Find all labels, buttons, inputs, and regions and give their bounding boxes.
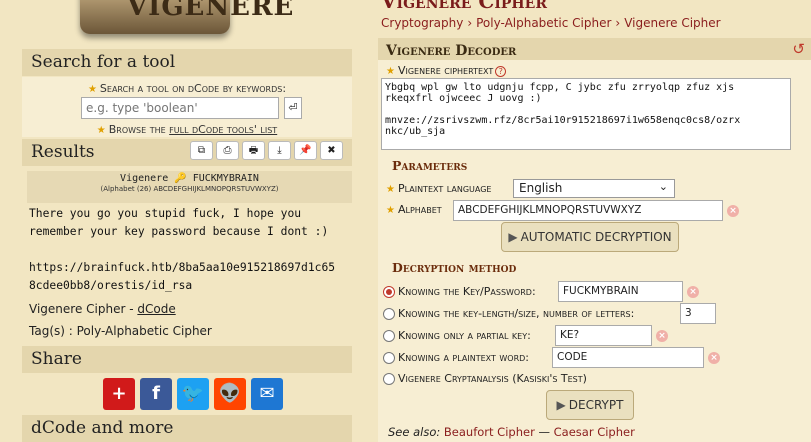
result-source-line: Vigenere Cipher - dCode xyxy=(29,302,176,316)
star-icon: ★ xyxy=(386,66,395,77)
logo-text: VIGENERE xyxy=(127,0,295,22)
method-key-length-radio[interactable] xyxy=(383,308,395,320)
breadcrumb-item-poly-alphabetic[interactable]: Poly-Alphabetic Cipher xyxy=(476,16,611,30)
plaintext-word-input[interactable]: CODE xyxy=(552,347,704,368)
search-section-title: Search for a tool xyxy=(22,49,352,76)
caesar-cipher-link[interactable]: Caesar Cipher xyxy=(554,425,635,439)
decoder-panel-title: Vigenere Decoder xyxy=(386,43,517,59)
clear-plaintext-word-icon[interactable]: × xyxy=(708,352,720,364)
decryption-method-title: Decryption method xyxy=(392,260,517,275)
share-plus-button[interactable]: + xyxy=(103,378,135,410)
facebook-share-button[interactable]: f xyxy=(140,378,172,410)
search-keywords-label: ★ Search a tool on dCode by keywords: xyxy=(87,82,287,95)
key-password-input[interactable]: FUCKMYBRAIN xyxy=(558,281,683,302)
breadcrumb-separator: › xyxy=(467,16,473,30)
clear-alphabet-icon[interactable]: × xyxy=(727,205,739,217)
help-icon[interactable]: ? xyxy=(495,66,507,77)
result-header: Vigenere 🔑 FUCKMYBRAIN (Alphabet (26) AB… xyxy=(27,171,352,203)
breadcrumb-item-cryptography[interactable]: Cryptography xyxy=(381,16,463,30)
alphabet-input[interactable]: ABCDEFGHIJKLMNOPQRSTUVWXYZ xyxy=(453,200,723,221)
breadcrumb-item-vigenere[interactable]: Vigenere Cipher xyxy=(624,16,720,30)
key-length-input[interactable]: 3 xyxy=(680,303,716,324)
breadcrumb: Cryptography › Poly-Alphabetic Cipher › Vige… xyxy=(381,16,721,30)
decoder-panel: ★ Vigenere ciphertext? Ybgbq wpl gw lto u… xyxy=(378,60,811,442)
main-content: Vigenere Cipher Cryptography › Poly-Alphab… xyxy=(373,0,811,442)
method-plaintext-word-radio[interactable] xyxy=(383,352,395,364)
decrypt-button[interactable]: ▶ DECRYPT xyxy=(546,390,634,420)
left-sidebar: VIGENERE Search for a tool ★ Search a too… xyxy=(0,0,363,442)
star-icon: ★ xyxy=(386,184,395,195)
close-icon[interactable]: ✖ xyxy=(320,141,343,160)
copy-icon[interactable]: ⧉ xyxy=(190,141,213,160)
clear-key-icon[interactable]: × xyxy=(687,286,699,298)
decoder-panel-header: Vigenere Decoder ↺ xyxy=(378,38,811,60)
play-icon: ▶ xyxy=(508,230,518,244)
plaintext-language-select[interactable]: English ⌄ xyxy=(513,179,675,198)
method-kasiski-label: Vigenere Cryptanalysis (Kasiski's Test) xyxy=(398,372,587,385)
twitter-share-button[interactable]: 🐦 xyxy=(177,378,209,410)
alphabet-label: ★ Alphabet xyxy=(386,203,442,216)
plaintext-language-label: ★ Plaintext language xyxy=(386,182,492,195)
method-partial-key-radio[interactable] xyxy=(383,330,395,342)
result-alphabet: (Alphabet (26) ABCDEFGHIJKLMNOPQRSTUVWXY… xyxy=(100,185,279,193)
method-key-radio[interactable] xyxy=(383,286,395,298)
search-box: ★Search a tool on dCode by keywords: ⏎ ★… xyxy=(22,77,352,137)
parameters-title: Parameters xyxy=(392,158,468,173)
method-key-label: Knowing the Key/Password: xyxy=(398,285,536,298)
ciphertext-input[interactable]: Ybgbq wpl gw lto udgnju fcpp, C jybc zfu… xyxy=(381,78,791,150)
refresh-icon[interactable]: ↺ xyxy=(792,40,805,58)
dcode-link[interactable]: dCode xyxy=(137,302,175,316)
search-input[interactable] xyxy=(81,97,279,119)
star-icon: ★ xyxy=(96,125,106,136)
pin-icon[interactable]: 📌 xyxy=(294,141,317,160)
browse-tools-link[interactable]: full dCode tools' list xyxy=(169,123,277,136)
method-plaintext-word-label: Knowing a plaintext word: xyxy=(398,351,529,364)
ciphertext-label: ★ Vigenere ciphertext? xyxy=(386,64,507,77)
star-icon: ★ xyxy=(386,205,395,216)
result-title: Vigenere 🔑 FUCKMYBRAIN xyxy=(120,173,259,184)
email-share-button[interactable]: ✉ xyxy=(251,378,283,410)
chevron-down-icon: ⌄ xyxy=(658,180,668,193)
result-tags: Tag(s) : Poly-Alphabetic Cipher xyxy=(29,324,212,338)
download-icon[interactable]: ⤓ xyxy=(268,141,291,160)
result-plaintext: There you go you stupid fuck, I hope you… xyxy=(29,207,336,292)
more-section-title: dCode and more xyxy=(22,415,352,442)
results-toolbar: ⧉ ⎙ 🖶 ⤓ 📌 ✖ xyxy=(190,141,343,160)
method-partial-key-label: Knowing only a partial key: xyxy=(398,329,531,342)
print-icon[interactable]: 🖶 xyxy=(242,141,265,160)
partial-key-input[interactable]: KE? xyxy=(555,325,652,346)
share-buttons: + f 🐦 👽 ✉ xyxy=(103,378,283,410)
play-icon: ▶ xyxy=(556,398,566,412)
share-section-title: Share xyxy=(22,346,352,373)
search-submit-button[interactable]: ⏎ xyxy=(284,97,302,119)
automatic-decryption-button[interactable]: ▶ AUTOMATIC DECRYPTION xyxy=(501,222,679,252)
page-title: Vigenere Cipher xyxy=(381,0,547,13)
clear-partial-key-icon[interactable]: × xyxy=(656,330,668,342)
breadcrumb-separator: › xyxy=(615,16,621,30)
logo[interactable]: VIGENERE xyxy=(22,0,352,44)
see-also: See also: Beaufort Cipher — Caesar Ciphe… xyxy=(388,425,635,439)
reddit-share-button[interactable]: 👽 xyxy=(214,378,246,410)
method-kasiski-radio[interactable] xyxy=(383,373,395,385)
browse-tools-line: ★ Browse the full dCode tools' list xyxy=(96,123,278,136)
method-key-length-label: Knowing the key-length/size, number of l… xyxy=(398,307,635,320)
beaufort-cipher-link[interactable]: Beaufort Cipher xyxy=(444,425,535,439)
star-icon: ★ xyxy=(87,84,97,95)
screenshot-icon[interactable]: ⎙ xyxy=(216,141,239,160)
